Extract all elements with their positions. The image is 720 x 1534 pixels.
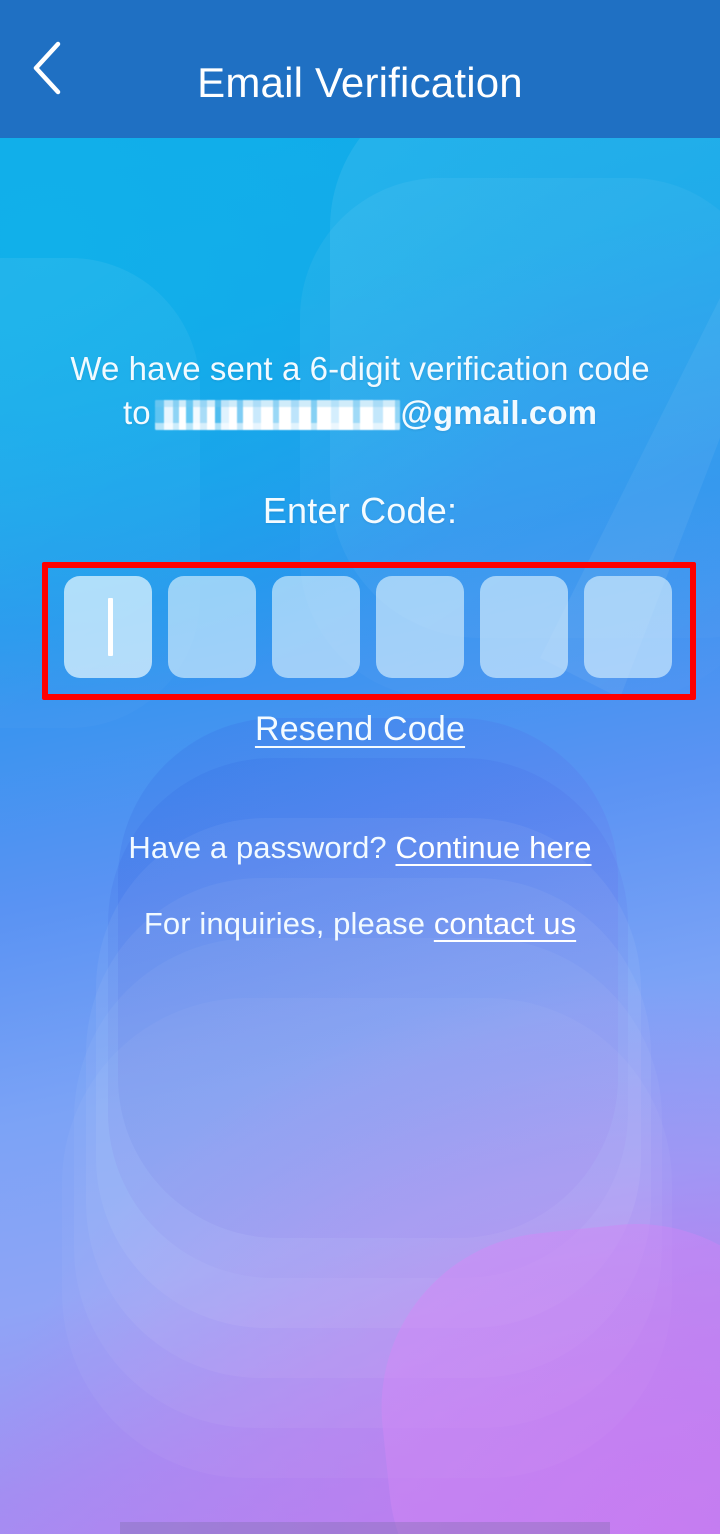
inquiries-text: For inquiries, please xyxy=(143,906,426,941)
resend-code-row: Resend Code xyxy=(0,710,720,749)
sent-message-line2: to @gmail.com xyxy=(0,394,720,433)
contact-us-link[interactable]: contact us xyxy=(434,906,576,941)
sent-message-line1: We have sent a 6-digit verification code xyxy=(70,350,650,387)
verification-sent-message: We have sent a 6-digit verification code… xyxy=(0,350,720,433)
home-indicator xyxy=(120,1522,610,1534)
main-content: We have sent a 6-digit verification code… xyxy=(0,138,720,1534)
red-highlight-annotation xyxy=(42,562,696,700)
email-verification-screen: Email Verification We have sent a 6-digi… xyxy=(0,0,720,1534)
resend-code-link[interactable]: Resend Code xyxy=(255,710,465,748)
sent-message-prefix: to xyxy=(122,393,151,431)
continue-here-link[interactable]: Continue here xyxy=(396,830,592,865)
have-password-text: Have a password? xyxy=(128,830,387,865)
email-domain: @gmail.com xyxy=(400,393,598,431)
have-password-row: Have a password? Continue here xyxy=(0,830,720,866)
page-title: Email Verification xyxy=(197,59,523,106)
enter-code-label: Enter Code: xyxy=(262,490,458,531)
inquiries-row: For inquiries, please contact us xyxy=(0,906,720,942)
app-header: Email Verification xyxy=(0,0,720,138)
redacted-email-local-part xyxy=(154,399,400,430)
